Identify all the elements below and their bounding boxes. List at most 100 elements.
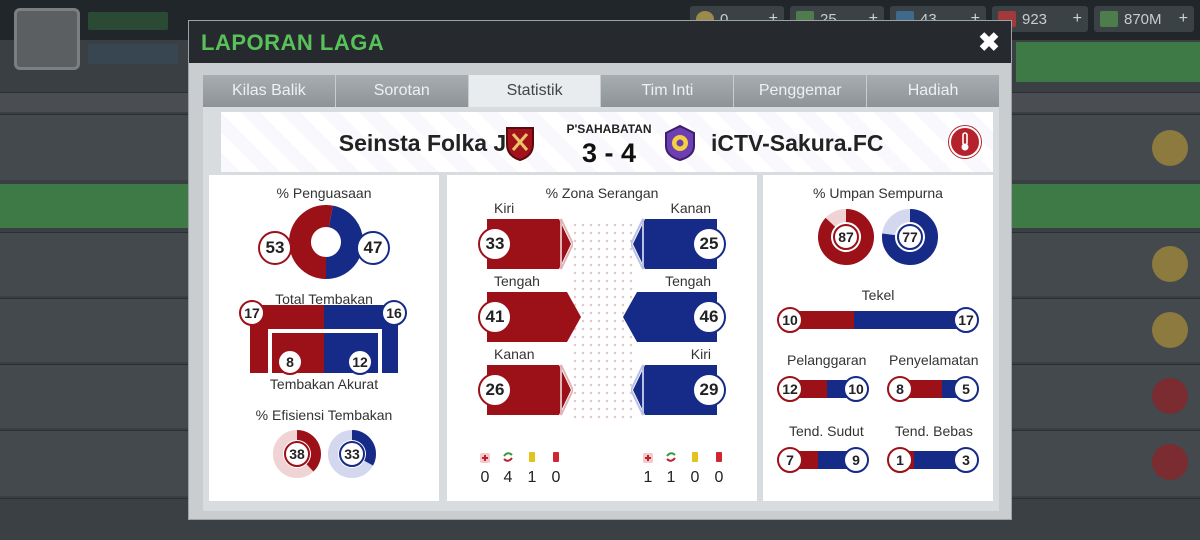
home-team-name: Seinsta Folka Jk bbox=[338, 130, 519, 156]
injury-icon bbox=[480, 453, 490, 463]
free-kicks-title: Tend. Bebas bbox=[895, 423, 973, 439]
home-red-cards: 0 bbox=[551, 469, 561, 486]
corners-title: Tend. Sudut bbox=[789, 423, 864, 439]
attack-zones-panel: % Zona Serangan Kiri Kanan 33 25 Tengah … bbox=[447, 175, 757, 501]
home-corners-value: 7 bbox=[777, 447, 803, 473]
away-corners-value: 9 bbox=[843, 447, 869, 473]
add-currency-button[interactable]: + bbox=[1073, 10, 1082, 28]
home-substitutions: 4 bbox=[503, 469, 513, 486]
home-zone-value: 26 bbox=[478, 373, 512, 407]
match-report-dialog: LAPORAN LAGA ✖ Kilas Balik Sorotan Stati… bbox=[188, 20, 1012, 520]
away-tackles-fill bbox=[853, 311, 967, 329]
coin-icon bbox=[1152, 246, 1188, 282]
red-card-icon bbox=[716, 452, 722, 462]
tackles-title: Tekel bbox=[861, 287, 895, 303]
home-saves-value: 8 bbox=[887, 376, 913, 402]
match-score: 3 - 4 bbox=[581, 138, 637, 168]
home-team-crest-icon bbox=[506, 127, 534, 162]
away-possession-slice bbox=[325, 205, 363, 279]
away-efficiency-value: 33 bbox=[339, 441, 365, 467]
possession-donut-chart bbox=[289, 205, 363, 279]
coin-icon bbox=[1152, 312, 1188, 348]
report-tabs: Kilas Balik Sorotan Statistik Tim Inti P… bbox=[203, 75, 999, 107]
club-logo bbox=[14, 8, 80, 70]
home-injuries: 0 bbox=[480, 469, 490, 486]
red-card-icon bbox=[553, 452, 559, 462]
home-pass-value: 87 bbox=[833, 224, 859, 250]
close-button[interactable]: ✖ bbox=[971, 23, 1007, 61]
away-fouls-value: 10 bbox=[843, 376, 869, 402]
on-target-label: Tembakan Akurat bbox=[269, 376, 379, 392]
home-yellow-cards: 1 bbox=[527, 469, 537, 486]
home-shots-on-target: 8 bbox=[277, 349, 303, 375]
currency-value: 870M bbox=[1124, 10, 1162, 28]
yellow-card-icon bbox=[529, 452, 535, 462]
substitution-icon bbox=[666, 452, 676, 462]
away-zone-label: Kiri bbox=[690, 346, 711, 362]
money-icon bbox=[1100, 11, 1118, 27]
away-pass-value: 77 bbox=[897, 224, 923, 250]
coin-icon bbox=[1152, 130, 1188, 166]
away-zone-value: 25 bbox=[692, 227, 726, 261]
substitution-icon bbox=[503, 452, 513, 462]
home-zone-label: Kanan bbox=[494, 346, 535, 362]
away-substitutions: 1 bbox=[666, 469, 676, 486]
away-saves-value: 5 bbox=[953, 376, 979, 402]
away-team-crest-icon bbox=[665, 124, 695, 162]
yellow-card-icon bbox=[692, 452, 698, 462]
add-currency-button[interactable]: + bbox=[1179, 10, 1188, 28]
competition-label: P'SAHABATAN bbox=[566, 122, 652, 136]
tackles-bar bbox=[787, 311, 967, 329]
away-yellow-cards: 0 bbox=[690, 469, 700, 486]
attack-zones-title: % Zona Serangan bbox=[545, 185, 659, 201]
tab-tim-inti[interactable]: Tim Inti bbox=[601, 75, 734, 107]
away-zone-label: Kanan bbox=[670, 200, 711, 216]
dialog-header: LAPORAN LAGA ✖ bbox=[189, 21, 1011, 63]
tab-statistik[interactable]: Statistik bbox=[468, 75, 601, 107]
match-score-bar: Seinsta Folka Jk P'SAHABATAN 3 - 4 iCTV-… bbox=[221, 112, 993, 172]
home-zone-label: Tengah bbox=[494, 273, 540, 289]
club-title-bar bbox=[88, 12, 168, 30]
alert-icon bbox=[1152, 444, 1188, 480]
currency-money[interactable]: 870M + bbox=[1094, 6, 1194, 32]
tab-sorotan[interactable]: Sorotan bbox=[335, 75, 468, 107]
possession-title: % Penguasaan bbox=[276, 185, 372, 201]
home-zone-label: Kiri bbox=[494, 200, 515, 216]
dialog-title: LAPORAN LAGA bbox=[201, 30, 385, 55]
home-zone-value: 33 bbox=[478, 227, 512, 261]
possession-shots-panel: % Penguasaan 53 47 Total Tembakan 17 16 … bbox=[209, 175, 439, 501]
away-red-cards: 0 bbox=[714, 469, 724, 486]
passing-defense-panel: % Umpan Sempurna 87 77 Tekel 10 17 Pelan… bbox=[763, 175, 993, 501]
thermometer-icon bbox=[961, 132, 969, 151]
away-possession-value: 47 bbox=[356, 231, 390, 265]
efficiency-title: % Efisiensi Tembakan bbox=[255, 407, 393, 423]
saves-title: Penyelamatan bbox=[889, 352, 979, 368]
injury-icon bbox=[643, 453, 653, 463]
tab-penggemar[interactable]: Penggemar bbox=[734, 75, 867, 107]
fouls-title: Pelanggaran bbox=[787, 352, 867, 368]
home-total-shots: 17 bbox=[239, 300, 265, 326]
tab-hadiah[interactable]: Hadiah bbox=[867, 75, 999, 107]
home-tackles-value: 10 bbox=[777, 307, 803, 333]
away-zone-label: Tengah bbox=[665, 273, 711, 289]
club-subtitle-bar bbox=[88, 44, 178, 64]
home-fouls-value: 12 bbox=[777, 376, 803, 402]
tab-kilas-balik[interactable]: Kilas Balik bbox=[203, 75, 335, 107]
stats-content: Seinsta Folka Jk P'SAHABATAN 3 - 4 iCTV-… bbox=[203, 107, 999, 511]
away-shots-on-target: 12 bbox=[347, 349, 373, 375]
away-team-name: iCTV-Sakura.FC bbox=[711, 130, 884, 156]
away-zone-value: 46 bbox=[692, 300, 726, 334]
home-possession-value: 53 bbox=[258, 231, 292, 265]
away-zone-value: 29 bbox=[692, 373, 726, 407]
home-zone-value: 41 bbox=[478, 300, 512, 334]
green-button bbox=[1016, 42, 1200, 82]
currency-value: 923 bbox=[1022, 10, 1048, 28]
away-free-kicks-value: 3 bbox=[953, 447, 979, 473]
away-injuries: 1 bbox=[643, 469, 653, 486]
away-total-shots: 16 bbox=[381, 300, 407, 326]
passes-title: % Umpan Sempurna bbox=[813, 185, 943, 201]
home-free-kicks-value: 1 bbox=[887, 447, 913, 473]
away-tackles-value: 17 bbox=[953, 307, 979, 333]
match-conditions-button[interactable] bbox=[949, 126, 981, 158]
alert-icon bbox=[1152, 378, 1188, 414]
